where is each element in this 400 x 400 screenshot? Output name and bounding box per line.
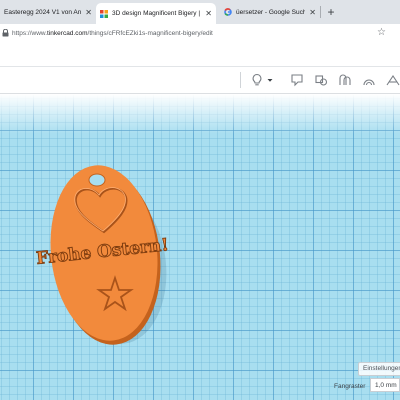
url-prefix: https://www. [12,29,48,37]
keyring-hole [88,173,106,187]
close-icon[interactable]: ✕ [201,9,216,18]
tab-google[interactable]: üersetzer - Google Suche ✕ [216,0,320,24]
dropdown-caret-icon[interactable] [266,73,274,87]
note-icon[interactable] [290,73,304,87]
tab-title: üersetzer - Google Suche [236,8,306,16]
close-icon[interactable]: ✕ [81,8,96,17]
browser-window: Easteregg 2024 V1 von Andreas ✕ 3D desig… [0,0,400,400]
align-icon[interactable] [386,73,400,87]
url-text[interactable]: https://www.tinkercad.com/things/cFRfcEZ… [12,30,213,37]
snap-grid-select[interactable]: 1,0 mm [370,378,400,392]
group-icon[interactable] [338,73,352,87]
bookmark-star-icon[interactable]: ☆ [377,27,386,39]
address-bar[interactable]: https://www.tinkercad.com/things/cFRfcEZ… [0,24,400,42]
mirror-icon[interactable] [314,73,328,87]
lightbulb-icon[interactable] [250,73,264,87]
tab-strip: Easteregg 2024 V1 von Andreas ✕ 3D desig… [0,0,400,24]
tinkercad-icon [100,9,108,18]
tab-title: 3D design Magnificent Bigery | [112,10,201,17]
workplane-settings-button[interactable]: Einstellungen [358,362,400,376]
snap-grid-label: Fangraster [334,383,366,390]
ungroup-icon[interactable] [362,73,376,87]
editor-toolbar [0,67,400,94]
google-icon [224,8,232,16]
new-tab-button[interactable]: + [321,0,341,24]
tab-tinkercad[interactable]: 3D design Magnificent Bigery | ✕ [96,3,216,24]
keychain-model[interactable]: Frohe Ostern! [0,94,400,400]
toolbar-divider [240,72,241,88]
url-path: /things/cFRfcEZki1s-magnificent-bigery/e… [87,29,213,37]
url-host: tinkercad.com [47,29,88,37]
tab-title: Easteregg 2024 V1 von Andreas [4,8,82,16]
tab-easteregg[interactable]: Easteregg 2024 V1 von Andreas ✕ [0,0,96,24]
lock-icon[interactable] [0,28,10,38]
tinkercad-header [0,42,400,67]
close-icon[interactable]: ✕ [305,8,320,17]
